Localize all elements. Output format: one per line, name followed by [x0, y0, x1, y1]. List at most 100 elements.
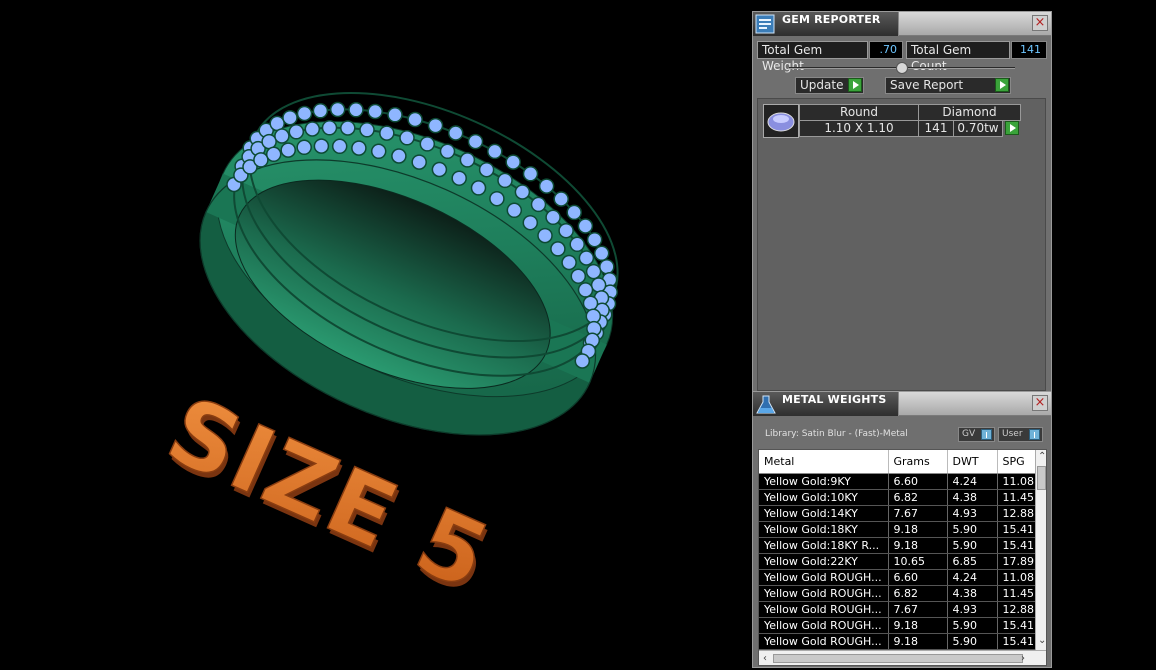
gem-row-play-icon[interactable] [1005, 121, 1019, 135]
diamond-stone [505, 154, 521, 170]
diamond-stone [282, 109, 298, 126]
scroll-left-icon[interactable]: ‹ [763, 654, 767, 664]
dwt-cell: 5.90 [947, 633, 998, 650]
column-header-grams[interactable]: Grams [888, 450, 948, 474]
diamond-stone [411, 154, 427, 170]
diamond-stone [586, 231, 603, 248]
diamond-stone [351, 140, 367, 156]
gem-size: 1.10 X 1.10 [799, 120, 919, 137]
dwt-cell: 6.85 [947, 553, 998, 570]
diamond-stone [599, 258, 615, 275]
metal-weights-close-button[interactable]: × [1032, 395, 1048, 411]
grams-cell: 7.67 [888, 505, 948, 522]
column-header-metal[interactable]: Metal [759, 450, 889, 474]
diamond-stone [506, 202, 523, 219]
diamond-stone [467, 133, 484, 150]
grams-cell: 6.82 [888, 585, 948, 602]
report-icon [755, 14, 775, 34]
diamond-stone [553, 191, 569, 207]
horizontal-scrollbar[interactable]: ‹ › [759, 650, 1046, 665]
update-button[interactable]: Update [795, 77, 864, 94]
diamond-stone [451, 170, 467, 186]
table-row[interactable]: Yellow Gold:9KY 6.60 4.24 11.08 [759, 473, 1036, 490]
diamond-stone [530, 196, 547, 213]
dwt-cell: 4.24 [947, 473, 998, 490]
gem-material: Diamond [918, 104, 1021, 121]
gem-reporter-titlebar[interactable]: GEM REPORTER × [753, 12, 1051, 36]
column-header-dwt[interactable]: DWT [947, 450, 998, 474]
diamond-stone [574, 353, 591, 369]
table-row[interactable]: Yellow Gold ROUGH... 9.18 5.90 15.41 [759, 617, 1036, 634]
dwt-cell: 5.90 [947, 617, 998, 634]
metal-name-cell: Yellow Gold ROUGH... [759, 617, 889, 634]
diamond-stone [593, 245, 610, 262]
table-row[interactable]: Yellow Gold ROUGH... 9.18 5.90 15.41 [759, 633, 1036, 650]
table-row[interactable]: Yellow Gold:10KY 6.82 4.38 11.45 [759, 489, 1036, 506]
3d-viewport[interactable]: SIZE 5 SIZE 5 [0, 0, 750, 670]
horizontal-scroll-thumb[interactable] [773, 654, 1023, 663]
metal-name-cell: Yellow Gold ROUGH... [759, 601, 889, 618]
diamond-stone [487, 143, 503, 160]
metal-name-cell: Yellow Gold:14KY [759, 505, 889, 522]
save-report-button[interactable]: Save Report [885, 77, 1011, 94]
table-row[interactable]: Yellow Gold:18KY R... 9.18 5.90 15.41 [759, 537, 1036, 554]
grams-cell: 6.60 [888, 569, 948, 586]
diamond-stone [427, 117, 444, 134]
metal-weights-titlebar[interactable]: METAL WEIGHTS × [753, 392, 1051, 416]
slider-knob[interactable] [896, 62, 908, 74]
table-row[interactable]: Yellow Gold ROUGH... 6.82 4.38 11.45 [759, 585, 1036, 602]
spg-cell: 12.88 [997, 505, 1036, 522]
gv-toggle[interactable]: GV [958, 427, 995, 442]
gem-thumbnail[interactable] [763, 104, 799, 138]
metal-weights-panel: METAL WEIGHTS × Library: Satin Blur - (F… [752, 391, 1052, 668]
diamond-stone [570, 268, 587, 284]
vertical-scroll-thumb[interactable] [1037, 466, 1046, 490]
diamond-stone [566, 204, 582, 221]
total-gem-count-label: Total Gem Count [906, 41, 1010, 73]
diamond-stone [274, 128, 290, 144]
diamond-stone [538, 178, 555, 194]
diamond-stone [296, 105, 313, 122]
total-gem-weight-value: .70 [869, 41, 903, 59]
diamond-stone [367, 103, 383, 120]
vertical-scrollbar[interactable]: ⌃ ⌄ [1035, 450, 1046, 650]
spg-cell: 12.88 [997, 601, 1036, 618]
spg-cell: 11.08 [997, 569, 1036, 586]
diamond-stone [590, 277, 607, 293]
gem-weight: 0.70tw [953, 120, 1003, 137]
table-row[interactable]: Yellow Gold ROUGH... 6.60 4.24 11.08 [759, 569, 1036, 586]
diamond-stone [522, 166, 539, 182]
scroll-down-icon[interactable]: ⌄ [1038, 636, 1046, 646]
scroll-right-icon[interactable]: › [1021, 654, 1025, 664]
table-row[interactable]: Yellow Gold:14KY 7.67 4.93 12.88 [759, 505, 1036, 522]
table-row[interactable]: Yellow Gold:18KY 9.18 5.90 15.41 [759, 521, 1036, 538]
spg-cell: 15.41 [997, 521, 1036, 538]
diamond-stone [261, 133, 277, 150]
gem-reporter-close-button[interactable]: × [1032, 15, 1048, 31]
table-row[interactable]: Yellow Gold ROUGH... 7.67 4.93 12.88 [759, 601, 1036, 618]
diamond-stone [514, 184, 531, 200]
metal-name-cell: Yellow Gold ROUGH... [759, 569, 889, 586]
grams-cell: 9.18 [888, 521, 948, 538]
diamond-stone [265, 146, 282, 163]
grams-cell: 6.60 [888, 473, 948, 490]
diamond-stone [340, 120, 356, 136]
scroll-up-icon[interactable]: ⌃ [1038, 452, 1046, 462]
diamond-stone [313, 138, 330, 154]
diamond-stone [296, 139, 312, 156]
dwt-cell: 4.93 [947, 505, 998, 522]
diamond-stone [497, 172, 513, 189]
table-row[interactable]: Yellow Gold:22KY 10.65 6.85 17.89 [759, 553, 1036, 570]
diamond-stone [537, 227, 553, 244]
diamond-stone [280, 142, 296, 158]
user-toggle[interactable]: User [998, 427, 1043, 442]
dwt-cell: 4.38 [947, 585, 998, 602]
diamond-stone [439, 143, 456, 160]
diamond-stone [331, 138, 348, 155]
diamond-stone [582, 295, 599, 311]
metal-name-cell: Yellow Gold:9KY [759, 473, 889, 490]
diamond-stone [253, 152, 269, 168]
grams-cell: 9.18 [888, 537, 948, 554]
gem-reporter-panel: GEM REPORTER × Total Gem Weight .70 Tota… [752, 11, 1052, 392]
column-header-spg[interactable]: SPG [997, 450, 1036, 474]
